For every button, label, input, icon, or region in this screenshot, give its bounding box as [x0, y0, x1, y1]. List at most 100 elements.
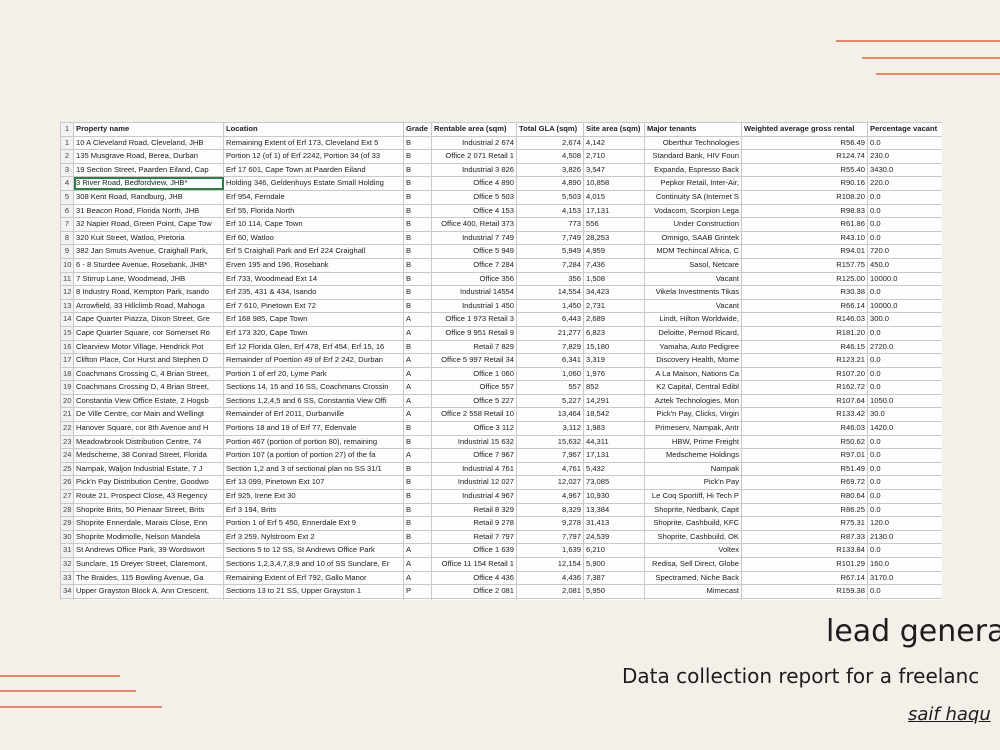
table-row: 14 Cape Quarter Piazza, Dixon Street, Gre…: [60, 312, 942, 327]
table-cell: 2,710: [583, 149, 645, 164]
row-number: 19: [60, 380, 74, 395]
table-cell: 5,503: [516, 189, 584, 205]
table-cell: 2,731: [583, 298, 645, 314]
table-cell: R30.38: [741, 285, 868, 300]
table-cell: Primeserv, Nampak, Antr: [644, 421, 742, 436]
table-cell: 18,542: [583, 407, 645, 423]
table-cell: R80.64: [741, 489, 868, 504]
footer-subtitle: Data collection report for a freelanc: [622, 664, 980, 688]
table-cell: Office 557: [431, 380, 517, 395]
table-cell: R98.83: [741, 203, 868, 219]
table-cell: R69.72: [741, 475, 868, 491]
table-cell: R107.64: [741, 393, 868, 409]
table-row: 34 Upper Grayston Block A, Ann Crescent, S…: [60, 584, 942, 599]
table-cell: 0.0: [867, 325, 942, 341]
table-cell: 1,508: [583, 271, 645, 287]
table-cell: Office 5 997 Retail 34: [431, 353, 517, 368]
table-cell: 0.0: [867, 135, 942, 151]
table-cell: B: [403, 461, 432, 477]
table-cell: B: [403, 217, 432, 232]
table-row: 30 Shoprite Modimolle, Nelson Mandela Erf …: [60, 529, 942, 545]
column-header: Percentage vacant: [867, 122, 942, 137]
row-number: 4: [60, 176, 74, 191]
table-cell: Erf 235, 431 & 434, Isando: [223, 285, 404, 300]
table-cell: A La Maison, Nations Ca: [644, 366, 742, 382]
row-number: 5: [60, 189, 74, 205]
table-cell: 1,639: [516, 543, 584, 558]
column-header: Total GLA (sqm): [516, 122, 584, 137]
column-header: Property name: [73, 122, 224, 137]
table-row: 9 382 Jan Smuts Avenue, Craighall Park, Er…: [60, 244, 942, 259]
table-cell: 14,554: [516, 285, 584, 300]
table-cell: 19 Section Street, Paarden Eiland, Cap: [73, 162, 224, 178]
table-cell: 3430.0: [867, 162, 942, 178]
row-number: 6: [60, 203, 74, 219]
table-cell: B: [403, 475, 432, 491]
table-cell: 0.0: [867, 475, 942, 491]
table-cell: A: [403, 448, 432, 463]
table-cell: 8 Industry Road, Kempton Park, Isando: [73, 285, 224, 300]
table-cell: Erf 55, Florida North: [223, 203, 404, 219]
table-cell: 4,890: [516, 176, 584, 191]
table-cell: R101.29: [741, 557, 868, 572]
table-cell: Pick'n Pay, Clicks, Virgin: [644, 407, 742, 423]
table-cell: R133.42: [741, 407, 868, 423]
table-cell: Shoprite, Cashbuild, KFC: [644, 516, 742, 531]
table-cell: Retail 7 797: [431, 529, 517, 545]
table-cell: 10,858: [583, 176, 645, 191]
table-cell: Office 356: [431, 271, 517, 287]
table-cell: B: [403, 529, 432, 545]
table-cell: Industrial 15 632: [431, 434, 517, 450]
table-cell: 3,826: [516, 162, 584, 178]
table-cell: 7,797: [516, 529, 584, 545]
table-cell: R107.20: [741, 366, 868, 382]
table-cell: Spectramed, Niche Back: [644, 570, 742, 586]
table-cell: 5,900: [583, 557, 645, 572]
table-row: 15 Cape Quarter Square, cor Somerset Ro Er…: [60, 325, 942, 341]
table-cell: Aztek Technologies, Mon: [644, 393, 742, 409]
table-row: 33 The Braides, 115 Bowling Avenue, Ga Rem…: [60, 570, 942, 586]
table-cell: P: [403, 584, 432, 599]
table-cell: 0.0: [867, 203, 942, 219]
table-row: 6 31 Beacon Road, Florida North, JHB Erf 5…: [60, 203, 942, 219]
table-cell: Section 1,2 and 3 of sectional plan no S…: [223, 461, 404, 477]
table-cell: A: [403, 312, 432, 327]
table-cell: 6,443: [516, 312, 584, 327]
table-cell: Continuity SA (Internet S: [644, 189, 742, 205]
table-cell: Erf 7 610, Pinetown Ext 72: [223, 298, 404, 314]
table-cell: 3,547: [583, 162, 645, 178]
table-cell: Industrial 4 967: [431, 489, 517, 504]
table-cell: B: [403, 339, 432, 355]
row-number: 2: [60, 149, 74, 164]
table-cell: Under Construction: [644, 217, 742, 232]
table-cell: Le Coq Sportiff, Hi Tech P: [644, 489, 742, 504]
table-cell: 32 Napier Road, Green Point, Cape Tow: [73, 217, 224, 232]
table-body: 1 10 A Cleveland Road, Cleveland, JHB Rema…: [60, 135, 942, 600]
table-cell: 4,508: [516, 149, 584, 164]
row-number: 1: [60, 122, 74, 137]
author-link[interactable]: saif haqu: [908, 704, 991, 725]
table-cell: Industrial 3 826: [431, 162, 517, 178]
table-cell: Office 3 112: [431, 421, 517, 436]
table-cell: 7,967: [516, 448, 584, 463]
table-cell: 24,539: [583, 529, 645, 545]
row-number: 27: [60, 489, 74, 504]
table-cell: R61.86: [741, 217, 868, 232]
table-cell: Erf 173 320, Cape Town: [223, 325, 404, 341]
table-cell: 0.0: [867, 502, 942, 518]
table-row: 27 Route 21, Prospect Close, 43 Regency Er…: [60, 489, 942, 504]
table-row: 19 Coachmans Crossing D, 4 Brian Street, S…: [60, 380, 942, 395]
table-cell: Pick'n Pay Distribution Centre, Goodwo: [73, 475, 224, 491]
table-cell: Upper Grayston Block D, Ann Crescent,: [73, 597, 224, 600]
table-cell: A: [403, 380, 432, 395]
table-cell: R43.10: [741, 230, 868, 246]
table-row: 35Upper Grayston Block D, Ann Crescent,S…: [60, 597, 942, 600]
table-cell: Office 2 081: [431, 584, 517, 599]
table-cell: R162.72: [741, 380, 868, 395]
table-cell: 3170.0: [867, 570, 942, 586]
table-cell: 356: [516, 271, 584, 287]
row-number: 20: [60, 393, 74, 409]
table-cell: Office 2 071 Retail 1: [431, 149, 517, 164]
row-number: 3: [60, 162, 74, 178]
table-cell: B: [403, 516, 432, 531]
